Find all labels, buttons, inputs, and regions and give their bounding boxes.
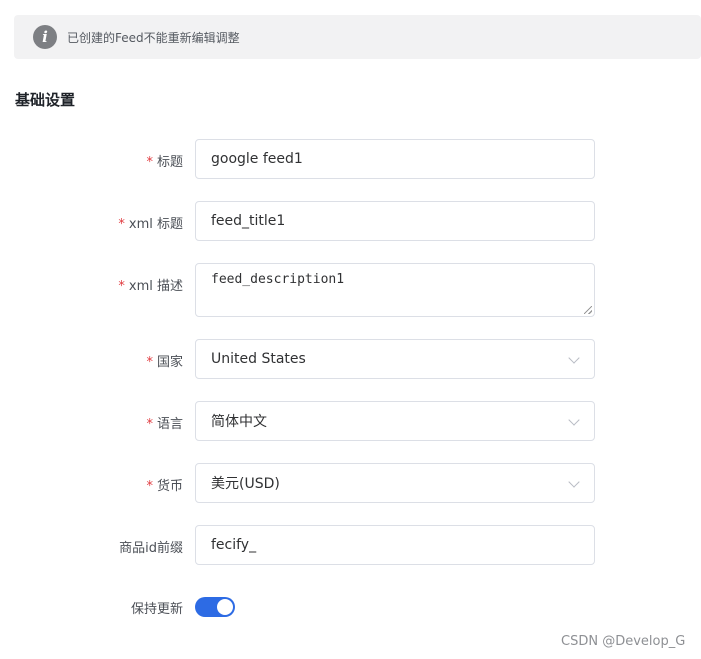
language-select[interactable]: 简体中文 [195, 401, 595, 441]
keep-updated-label: 保持更新 [130, 602, 183, 617]
section-title: 基础设置 [15, 91, 76, 109]
required-mark: * [146, 417, 153, 432]
title-label: * 标题 [146, 155, 183, 170]
xml-description-textarea[interactable]: feed_description1 [195, 263, 595, 317]
xml-description-label: * xml 描述 [118, 279, 183, 294]
title-input[interactable]: google feed1 [195, 139, 595, 179]
keep-updated-toggle[interactable] [195, 597, 235, 617]
required-mark: * [118, 217, 125, 232]
xml-title-input[interactable]: feed_title1 [195, 201, 595, 241]
chevron-down-icon [568, 476, 580, 488]
required-mark: * [146, 479, 153, 494]
xml-title-label: * xml 标题 [118, 217, 183, 232]
language-label: * 语言 [146, 417, 183, 432]
required-mark: * [146, 155, 153, 170]
resize-grip-icon[interactable] [584, 306, 592, 314]
country-label: * 国家 [146, 355, 183, 370]
country-select[interactable]: United States [195, 339, 595, 379]
notice-text: 已创建的Feed不能重新编辑调整 [67, 30, 240, 45]
chevron-down-icon [568, 352, 580, 364]
readonly-notice: i 已创建的Feed不能重新编辑调整 [14, 15, 701, 59]
toggle-knob [217, 599, 233, 615]
required-mark: * [146, 355, 153, 370]
currency-label: * 货币 [146, 479, 183, 494]
watermark: CSDN @Develop_G [561, 634, 686, 649]
product-id-prefix-label: 商品id前缀 [119, 541, 183, 556]
currency-select[interactable]: 美元(USD) [195, 463, 595, 503]
product-id-prefix-input[interactable]: fecify_ [195, 525, 595, 565]
info-icon: i [33, 25, 57, 49]
required-mark: * [118, 279, 125, 294]
chevron-down-icon [568, 414, 580, 426]
